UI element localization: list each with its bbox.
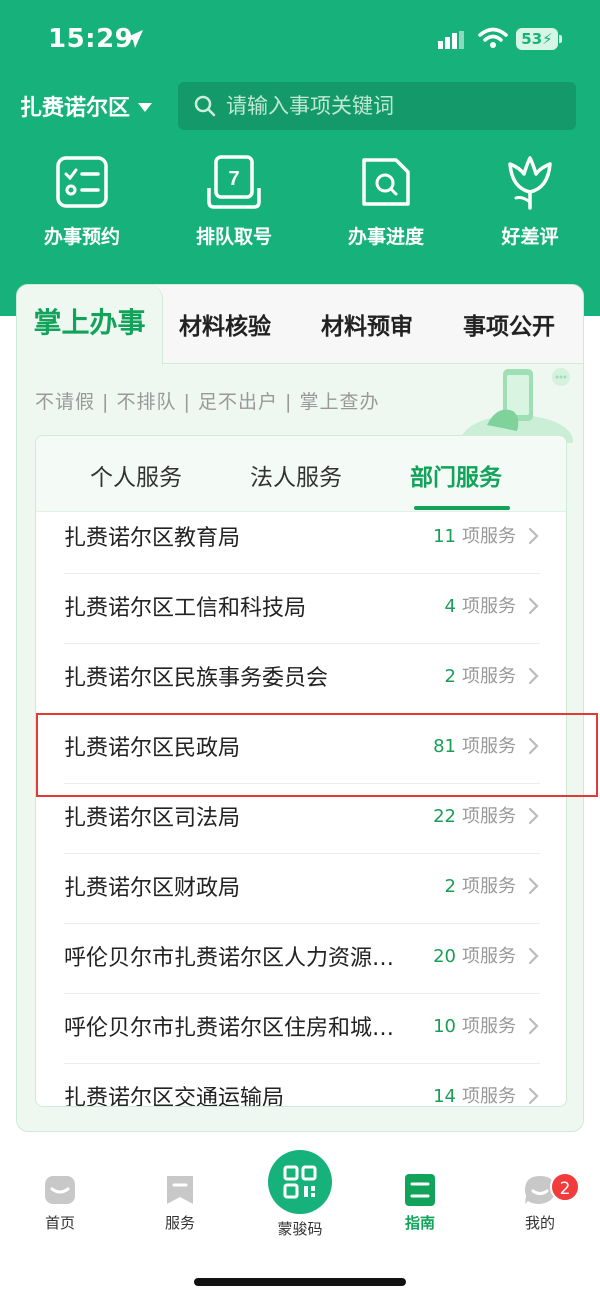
department-name: 扎赉诺尔区教育局	[64, 526, 241, 551]
qr-code-button[interactable]	[268, 1150, 332, 1214]
service-count: 22 项服务	[433, 806, 516, 827]
main-tabs: 掌上办事 材料核验 材料预审 事项公开	[17, 285, 583, 365]
service-count: 11 项服务	[433, 526, 516, 547]
status-time: 15:29	[48, 24, 134, 54]
region-selector[interactable]: 扎赉诺尔区	[20, 90, 153, 122]
cellular-signal-icon	[438, 30, 466, 49]
search-bar[interactable]	[178, 82, 576, 130]
chevron-right-icon	[528, 597, 539, 615]
slogan: 不请假 | 不排队 | 足不出户 | 掌上查办	[35, 391, 380, 413]
home-indicator	[194, 1278, 406, 1286]
caret-down-icon	[138, 102, 153, 112]
department-name: 扎赉诺尔区财政局	[64, 876, 241, 901]
quick-action-label: 办事进度	[347, 226, 424, 248]
chevron-right-icon	[528, 877, 539, 895]
highlight-box	[36, 713, 598, 797]
department-name: 呼伦贝尔市扎赉诺尔区住房和城…	[64, 1016, 395, 1041]
chevron-right-icon	[528, 1017, 539, 1035]
nav-service[interactable]: 服务	[140, 1174, 220, 1233]
battery-cap	[559, 35, 562, 43]
quick-action-label: 办事预约	[43, 226, 120, 248]
service-count: 2 项服务	[444, 666, 516, 687]
region-label: 扎赉诺尔区	[20, 96, 131, 121]
service-count: 4 项服务	[444, 596, 516, 617]
service-count: 20 项服务	[433, 946, 516, 967]
phone-hand-illustration	[461, 368, 573, 443]
qr-code-icon	[283, 1165, 317, 1199]
department-name: 扎赉诺尔区工信和科技局	[64, 596, 307, 621]
chevron-right-icon	[528, 527, 539, 545]
tab-material-verify[interactable]: 材料核验	[179, 307, 271, 341]
department-row[interactable]: 扎赉诺尔区民族事务委员会 2 项服务	[36, 644, 566, 714]
chevron-right-icon	[528, 807, 539, 825]
tab-item-disclosure[interactable]: 事项公开	[463, 307, 555, 341]
checklist-icon	[56, 156, 108, 208]
progress-search-icon	[362, 158, 410, 206]
status-bar: 15:29 53⚡	[0, 0, 600, 80]
nav-label: 服务	[164, 1214, 195, 1232]
tab-divider	[163, 363, 583, 364]
department-row[interactable]: 扎赉诺尔区工信和科技局 4 项服务	[36, 574, 566, 644]
subtab-personal[interactable]: 个人服务	[90, 458, 182, 492]
tab-mobile-service[interactable]: 掌上办事	[17, 285, 163, 365]
subtab-department[interactable]: 部门服务	[410, 458, 502, 492]
quick-action-queue[interactable]: 7 排队取号	[174, 152, 294, 249]
services-card: 掌上办事 材料核验 材料预审 事项公开 不请假 | 不排队 | 足不出户 | 掌…	[16, 284, 584, 1132]
sub-tabs: 个人服务 法人服务 部门服务	[36, 436, 566, 512]
quick-action-label: 好差评	[501, 226, 559, 248]
search-input[interactable]	[226, 94, 556, 118]
flower-icon	[508, 156, 552, 210]
bookmark-icon	[167, 1176, 193, 1204]
department-row[interactable]: 扎赉诺尔区财政局 2 项服务	[36, 854, 566, 924]
quick-action-progress[interactable]: 办事进度	[326, 152, 446, 249]
tab-material-precheck[interactable]: 材料预审	[321, 307, 413, 341]
chevron-right-icon	[528, 1087, 539, 1105]
department-name: 扎赉诺尔区民族事务委员会	[64, 666, 329, 691]
location-arrow-icon	[125, 30, 143, 48]
queue-number-text: 7	[228, 168, 239, 190]
nav-label: 指南	[404, 1214, 435, 1232]
service-count: 2 项服务	[444, 876, 516, 897]
nav-label: 首页	[44, 1214, 75, 1232]
quick-action-appointment[interactable]: 办事预约	[22, 152, 142, 249]
quick-action-rating[interactable]: 好差评	[470, 152, 590, 249]
nav-home[interactable]: 首页	[20, 1174, 100, 1233]
battery-icon: 53⚡	[516, 28, 558, 50]
search-icon	[194, 95, 216, 117]
nav-guide[interactable]: 指南	[380, 1174, 460, 1233]
home-icon	[45, 1176, 75, 1204]
service-count: 10 项服务	[433, 1016, 516, 1037]
department-name: 呼伦贝尔市扎赉诺尔区人力资源…	[64, 946, 395, 971]
chevron-right-icon	[528, 947, 539, 965]
department-name: 扎赉诺尔区司法局	[64, 806, 241, 831]
department-row[interactable]: 扎赉诺尔区教育局 11 项服务	[36, 504, 566, 574]
wifi-icon	[478, 27, 508, 48]
department-row[interactable]: 扎赉诺尔区交通运输局 14 项服务	[36, 1064, 566, 1107]
department-name: 扎赉诺尔区交通运输局	[64, 1086, 285, 1107]
department-row[interactable]: 呼伦贝尔市扎赉诺尔区住房和城… 10 项服务	[36, 994, 566, 1064]
nav-label: 我的	[524, 1214, 555, 1232]
qr-code-label: 蒙骏码	[277, 1220, 323, 1238]
chevron-right-icon	[528, 667, 539, 685]
service-count: 14 项服务	[433, 1086, 516, 1107]
subtab-legal-entity[interactable]: 法人服务	[250, 458, 342, 492]
queue-number-icon: 7	[207, 155, 261, 209]
guide-icon	[405, 1174, 435, 1206]
battery-level: 53	[521, 30, 543, 48]
quick-action-label: 排队取号	[195, 226, 272, 248]
department-row[interactable]: 呼伦贝尔市扎赉诺尔区人力资源… 20 项服务	[36, 924, 566, 994]
notification-badge: 2	[550, 1172, 580, 1202]
